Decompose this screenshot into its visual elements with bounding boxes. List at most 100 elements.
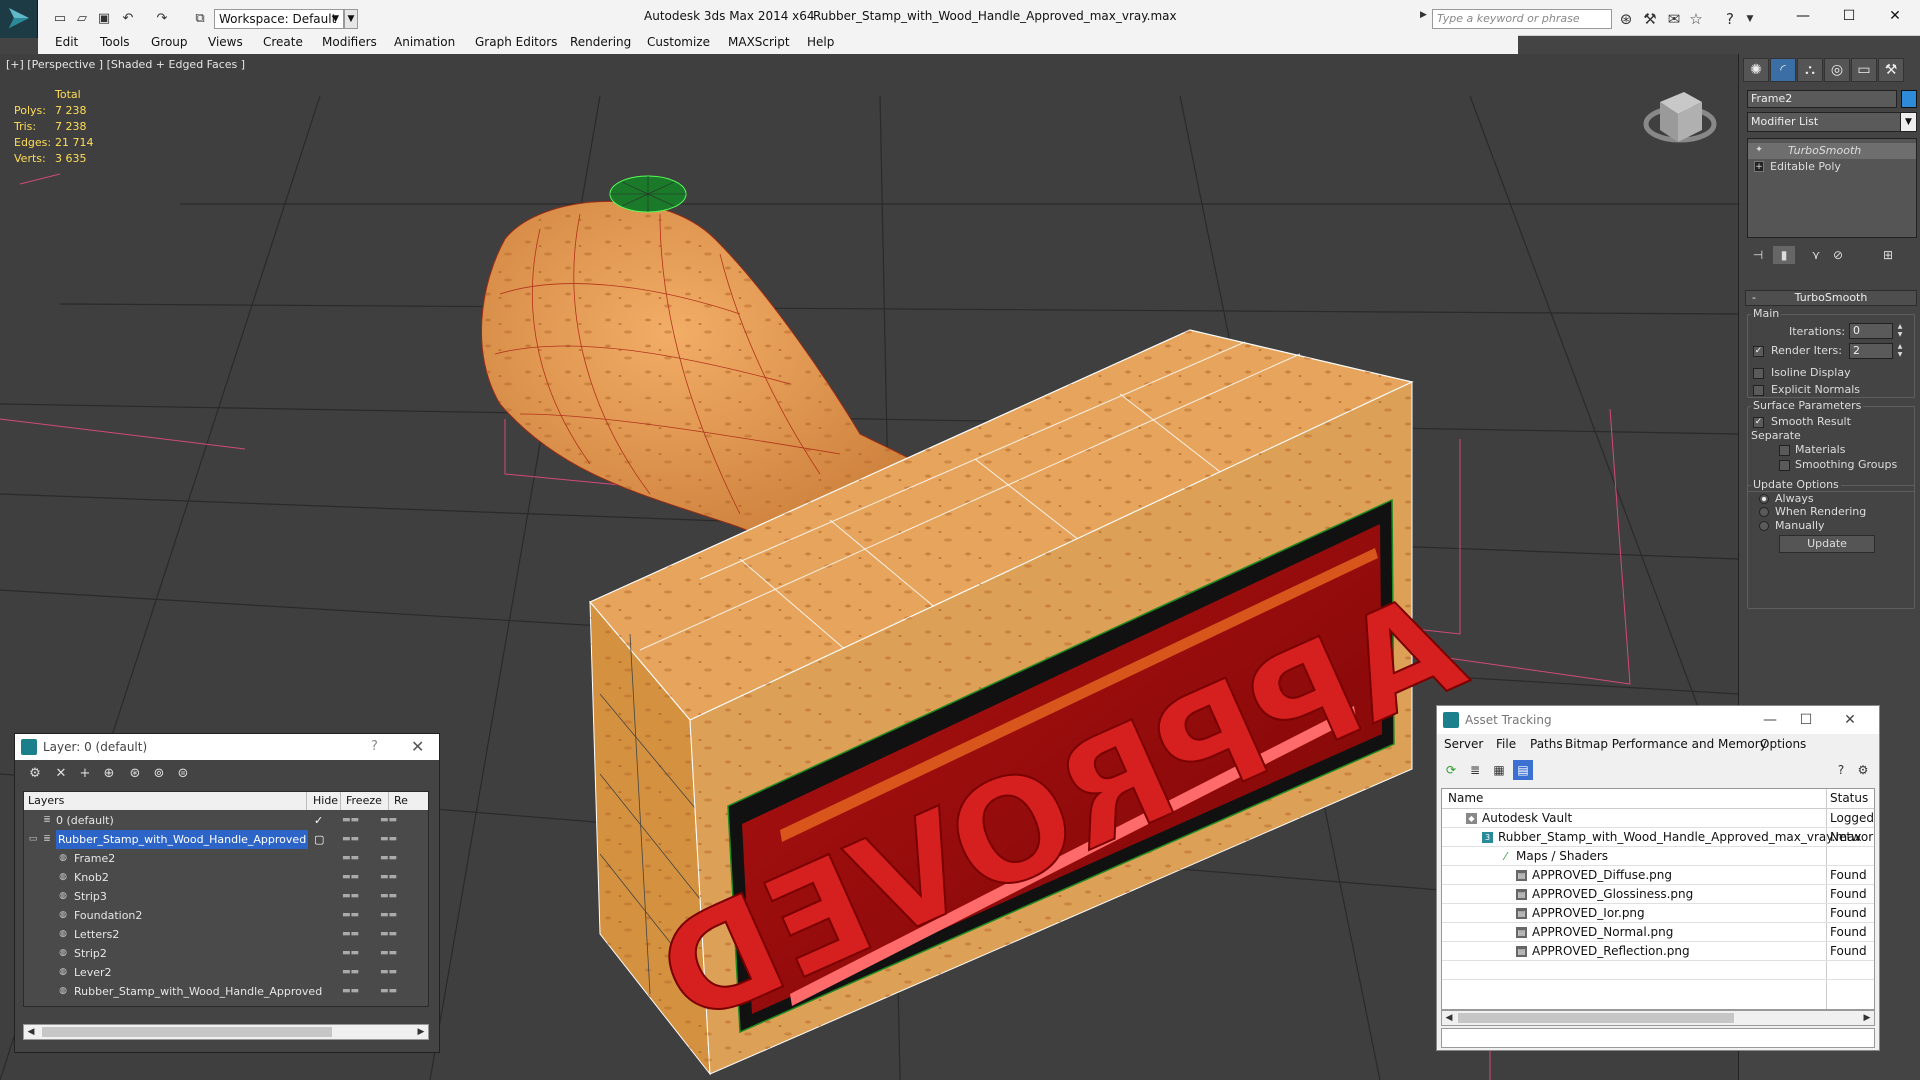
always-radio[interactable] (1759, 494, 1769, 504)
scroll-right-icon[interactable]: ▶ (1860, 1011, 1874, 1025)
asset-row[interactable]: ▤ APPROVED_Normal.png Found (1442, 923, 1874, 942)
asset-row[interactable]: ▤ APPROVED_Reflection.png Found (1442, 942, 1874, 961)
maximize-button[interactable]: ☐ (1826, 2, 1872, 30)
make-unique-icon[interactable]: ⋎ (1805, 246, 1827, 264)
remove-modifier-icon[interactable]: ⊘ (1827, 246, 1849, 264)
highlight-layer-icon[interactable]: ⊚ (149, 765, 169, 783)
scrollbar-thumb[interactable] (42, 1027, 332, 1037)
hide-all-layers-icon[interactable]: ⊜ (173, 765, 193, 783)
isoline-checkbox[interactable] (1753, 368, 1764, 379)
viewport-label[interactable]: [+] [Perspective ] [Shaded + Edged Faces… (6, 58, 245, 71)
asset-horizontal-scrollbar[interactable]: ◀ ▶ (1441, 1010, 1875, 1026)
col-layers[interactable]: Layers (28, 794, 64, 807)
add-to-layer-icon[interactable]: ⊕ (99, 765, 119, 783)
layer-row[interactable]: ◍ Strip3 ▬▬ ▬▬ (24, 887, 428, 906)
layer-horizontal-scrollbar[interactable]: ◀ ▶ (23, 1024, 429, 1040)
table-view-icon[interactable]: ▤ (1513, 760, 1533, 780)
layer-row[interactable]: ◍ Rubber_Stamp_with_Wood_Handle_Approved ▬… (24, 982, 428, 1001)
explicit-normals-checkbox[interactable] (1753, 385, 1764, 396)
smoothing-groups-checkbox[interactable] (1779, 460, 1790, 471)
menu-modifiers[interactable]: Modifiers (322, 35, 377, 49)
save-file-icon[interactable]: ▣ (94, 8, 114, 28)
smooth-result-checkbox[interactable]: ✓ (1753, 417, 1764, 428)
create-tab-icon[interactable]: ✺ (1743, 58, 1769, 82)
modify-tab-icon[interactable]: ◜ (1770, 58, 1796, 82)
configure-modifier-sets-icon[interactable]: ⊞ (1877, 246, 1899, 264)
when-rendering-radio[interactable] (1759, 507, 1769, 517)
scrollbar-thumb[interactable] (1458, 1013, 1734, 1023)
settings-icon[interactable]: ⚙ (1853, 760, 1873, 780)
asset-path-input[interactable] (1441, 1028, 1875, 1048)
search-expand-icon[interactable]: ▶ (1420, 10, 1432, 28)
help-icon[interactable]: ? (1720, 9, 1740, 29)
layer-row[interactable]: ≣ 0 (default) ✓ ▬▬ ▬▬ (24, 811, 428, 830)
materials-checkbox[interactable] (1779, 445, 1790, 456)
show-end-result-icon[interactable]: ▮ (1773, 246, 1795, 264)
expand-icon[interactable]: ▭ (28, 834, 38, 844)
close-icon[interactable]: ✕ (411, 737, 424, 756)
new-file-icon[interactable]: ▭ (50, 8, 70, 28)
motion-tab-icon[interactable]: ◎ (1824, 58, 1850, 82)
pin-stack-icon[interactable]: ⊣ (1747, 246, 1769, 264)
col-hide[interactable]: Hide (313, 794, 338, 807)
open-file-icon[interactable]: ▱ (72, 8, 92, 28)
bulb-icon[interactable]: ✦ (1754, 145, 1764, 156)
col-render[interactable]: Re (394, 794, 408, 807)
asset-row[interactable]: ⁄ Maps / Shaders (1442, 847, 1874, 866)
modifier-list-dropdown[interactable]: Modifier List ▼ (1747, 112, 1917, 132)
spinner-arrows-icon[interactable]: ▲ ▼ (1895, 323, 1905, 339)
menu-animation[interactable]: Animation (394, 35, 455, 49)
iterations-spinner[interactable]: 0 (1849, 323, 1893, 339)
object-name-field[interactable]: Frame2 (1747, 90, 1897, 108)
close-button[interactable]: ✕ (1872, 2, 1918, 30)
menu-customize[interactable]: Customize (647, 35, 710, 49)
layer-row[interactable]: ◍ Foundation2 ▬▬ ▬▬ (24, 906, 428, 925)
help-icon[interactable]: ? (1831, 760, 1851, 780)
object-color-swatch[interactable] (1901, 90, 1917, 108)
scroll-right-icon[interactable]: ▶ (414, 1025, 428, 1039)
update-button[interactable]: Update (1779, 535, 1875, 553)
menu-tools[interactable]: Tools (100, 35, 130, 49)
asset-row[interactable]: ◆Autodesk VaultLogged O (1442, 809, 1874, 828)
menu-bitmap-performance[interactable]: Bitmap Performance and Memory (1565, 737, 1767, 751)
layer-row[interactable]: ◍ Lever2 ▬▬ ▬▬ (24, 963, 428, 982)
menu-maxscript[interactable]: MAXScript (728, 35, 790, 49)
app-logo-button[interactable] (0, 0, 38, 38)
minimize-button[interactable]: — (1755, 710, 1785, 730)
col-freeze[interactable]: Freeze (346, 794, 382, 807)
hierarchy-tab-icon[interactable]: ⛬ (1797, 58, 1823, 82)
scroll-left-icon[interactable]: ◀ (1442, 1011, 1456, 1025)
manually-radio[interactable] (1759, 521, 1769, 531)
asset-row[interactable]: ▤ APPROVED_Ior.png Found (1442, 904, 1874, 923)
asset-row[interactable]: ▤ APPROVED_Glossiness.png Found (1442, 885, 1874, 904)
stack-item-turbosmooth[interactable]: ✦ TurboSmooth (1748, 143, 1916, 159)
menu-options[interactable]: Options (1760, 737, 1806, 751)
layer-row[interactable]: ◍ Letters2 ▬▬ ▬▬ (24, 925, 428, 944)
active-layer-check-icon[interactable]: ✓ (314, 811, 323, 830)
display-tab-icon[interactable]: ▭ (1851, 58, 1877, 82)
col-name[interactable]: Name (1448, 791, 1483, 805)
quick-access-dropdown[interactable]: ▼ (344, 9, 358, 29)
spinner-arrows-icon[interactable]: ▲ ▼ (1895, 343, 1905, 359)
turbosmooth-rollout-header[interactable]: - TurboSmooth (1745, 290, 1917, 306)
menu-group[interactable]: Group (151, 35, 188, 49)
utilities-tab-icon[interactable]: ⚒ (1878, 58, 1904, 82)
asset-window-titlebar[interactable]: Asset Tracking — ☐ ✕ (1437, 706, 1879, 734)
help-icon[interactable]: ? (371, 739, 378, 754)
layer-row[interactable]: ▭ ≣ Rubber_Stamp_with_Wood_Handle_Approved… (24, 830, 428, 849)
communication-icon[interactable]: ✉ (1664, 9, 1684, 29)
plus-icon[interactable]: + (1754, 161, 1764, 172)
menu-file[interactable]: File (1496, 737, 1516, 751)
menu-graph-editors[interactable]: Graph Editors (475, 35, 557, 49)
close-button[interactable]: ✕ (1835, 710, 1865, 730)
project-folder-icon[interactable]: ⧉ (190, 8, 210, 28)
asset-row[interactable]: 3 Rubber_Stamp_with_Wood_Handle_Approved_… (1442, 828, 1874, 847)
asset-row[interactable]: ▤ APPROVED_Diffuse.png Found (1442, 866, 1874, 885)
create-layer-icon[interactable]: + (75, 765, 95, 783)
menu-paths[interactable]: Paths (1530, 737, 1563, 751)
select-layer-icon[interactable]: ⊛ (125, 765, 145, 783)
menu-rendering[interactable]: Rendering (570, 35, 631, 49)
layer-row[interactable]: ◍ Strip2 ▬▬ ▬▬ (24, 944, 428, 963)
stack-item-editable-poly[interactable]: + Editable Poly (1748, 159, 1916, 175)
maximize-button[interactable]: ☐ (1791, 710, 1821, 730)
